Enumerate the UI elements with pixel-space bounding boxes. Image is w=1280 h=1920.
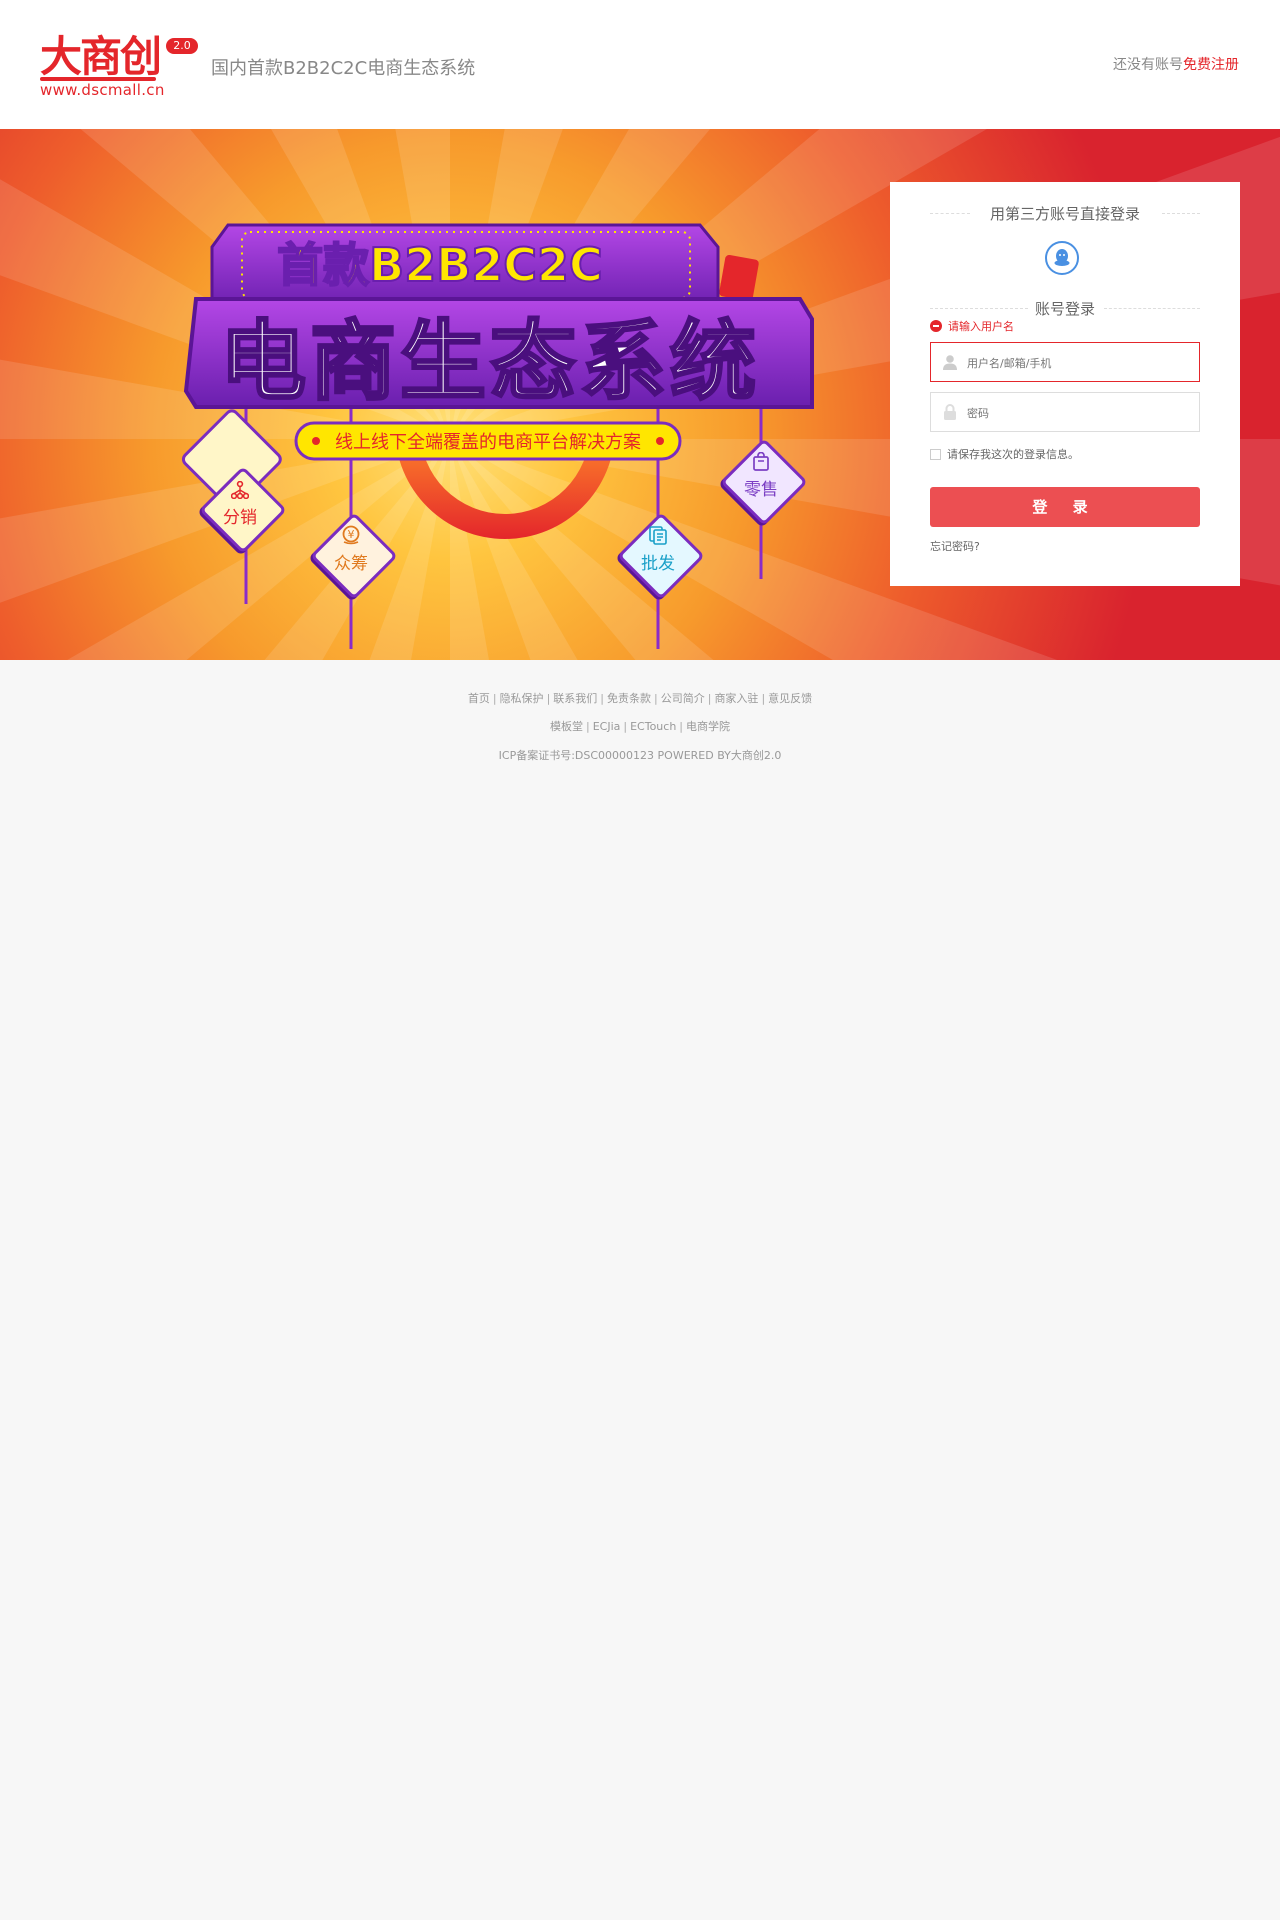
footer-link[interactable]: 公司简介 <box>661 692 705 705</box>
logo-version-badge: 2.0 <box>166 38 198 54</box>
footer-links-row1: 首页 | 隐私保护 | 联系我们 | 免责条款 | 公司简介 | 商家入驻 | 意见反馈 <box>467 692 813 705</box>
username-field <box>930 342 1200 383</box>
logo-url: www.dscmall.cn <box>40 81 165 99</box>
forgot-password-link[interactable]: 忘记密码? <box>930 540 980 554</box>
badge-crowdfunding-label: 众筹 <box>334 554 368 574</box>
headline-main: 电商生态系统 <box>220 312 760 412</box>
user-icon <box>943 355 957 370</box>
footer-link[interactable]: 隐私保护 <box>500 692 544 705</box>
footer-link[interactable]: ECJia <box>593 720 621 733</box>
username-input[interactable] <box>965 343 1195 383</box>
register-link[interactable]: 免费注册 <box>1183 57 1239 73</box>
register-prompt: 还没有账号免费注册 <box>1113 55 1239 75</box>
username-error: 请输入用户名 <box>930 320 1014 334</box>
badge-retail: 零售 <box>720 438 808 526</box>
documents-icon <box>648 525 668 545</box>
account-login-title: 账号登录 <box>1034 300 1095 318</box>
footer-links-row2: 模板堂 | ECJia | ECTouch | 电商学院 <box>549 720 731 733</box>
badge-wholesale-label: 批发 <box>641 554 675 574</box>
qq-login-button[interactable] <box>1045 241 1079 275</box>
login-button[interactable]: 登 录 <box>930 487 1200 527</box>
footer-link[interactable]: 意见反馈 <box>768 692 812 705</box>
third-party-login-title: 用第三方账号直接登录 <box>989 205 1140 223</box>
footer-link[interactable]: 商家入驻 <box>714 692 758 705</box>
footer-link[interactable]: 联系我们 <box>553 692 597 705</box>
register-prompt-text: 还没有账号 <box>1113 57 1183 73</box>
shopping-bag-icon <box>752 451 770 472</box>
site-logo[interactable]: 大商创 www.dscmall.cn <box>40 32 164 99</box>
network-icon <box>230 480 250 500</box>
lock-icon <box>944 404 956 420</box>
logo-text: 大商创 <box>40 32 162 81</box>
svg-text:¥: ¥ <box>348 528 355 541</box>
badge-crowdfunding: ¥ 众筹 <box>310 512 398 600</box>
badge-distribution: 分销 <box>199 466 287 554</box>
site-tagline: 国内首款B2B2C2C电商生态系统 <box>211 58 476 79</box>
remember-checkbox[interactable] <box>930 449 941 460</box>
password-field <box>930 392 1200 433</box>
footer-link[interactable]: 首页 <box>468 692 490 705</box>
username-error-text: 请输入用户名 <box>948 320 1014 333</box>
footer-copyright: ICP备案证书号:DSC00000123 POWERED BY大商创2.0 <box>498 749 782 762</box>
badge-wholesale: 批发 <box>617 512 705 600</box>
badge-distribution-label: 分销 <box>223 508 257 528</box>
error-icon <box>930 320 942 332</box>
qq-icon <box>1054 249 1070 266</box>
site-header: 大商创 www.dscmall.cn 2.0 国内首款B2B2C2C电商生态系统… <box>0 0 1280 129</box>
remember-label: 请保存我这次的登录信息。 <box>947 448 1079 461</box>
footer-link[interactable]: 模板堂 <box>550 720 583 733</box>
footer-link[interactable]: ECTouch <box>630 720 676 733</box>
login-panel: 用第三方账号直接登录 账号登录 请输入用户名 请保存我这次的登录信息。 登 录 … <box>890 182 1240 586</box>
footer-link[interactable]: 免责条款 <box>607 692 651 705</box>
yen-coin-icon: ¥ <box>341 525 361 545</box>
footer-link[interactable]: 电商学院 <box>686 720 730 733</box>
password-input[interactable] <box>965 393 1195 433</box>
remember-me[interactable]: 请保存我这次的登录信息。 <box>930 448 1079 462</box>
headline-top: 首款B2B2C2C <box>277 238 603 292</box>
ribbon-text: 线上线下全端覆盖的电商平台解决方案 <box>335 432 641 453</box>
badge-retail-label: 零售 <box>744 480 778 500</box>
